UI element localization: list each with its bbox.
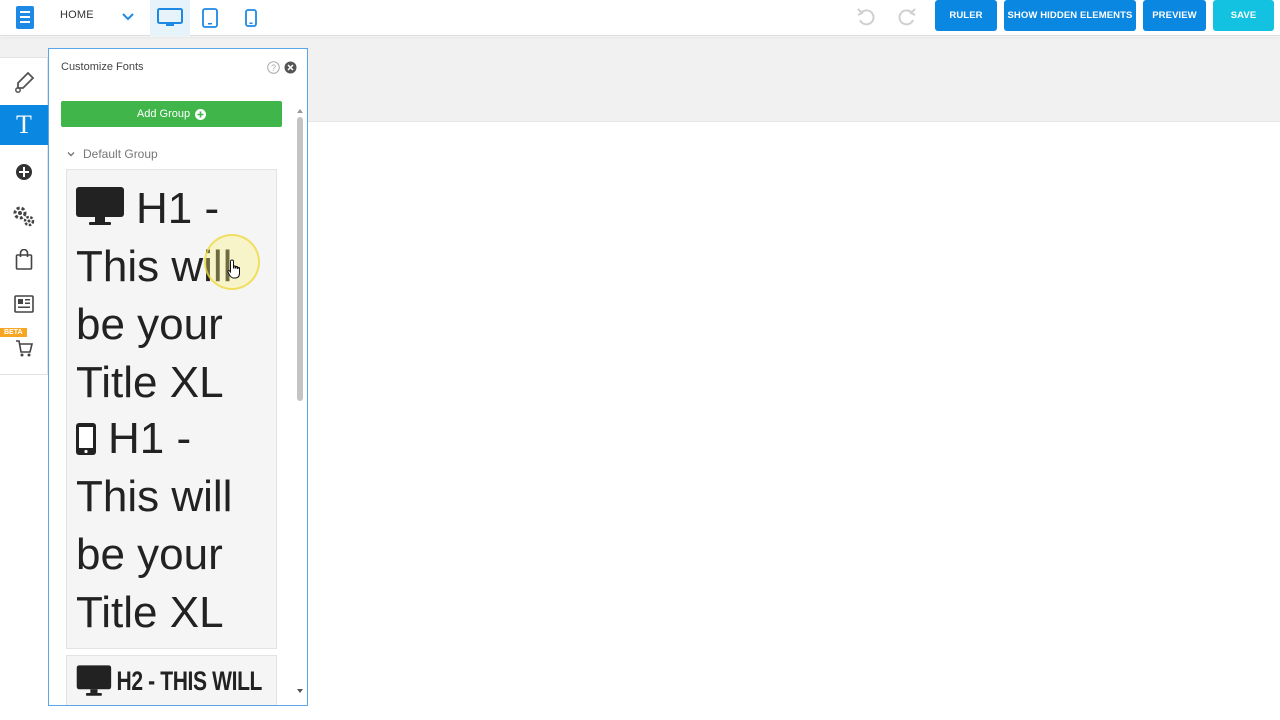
desktop-view-button[interactable] [150, 0, 190, 36]
mobile-icon [245, 9, 257, 27]
chevron-down-icon [67, 152, 75, 157]
add-group-label: Add Group [136, 108, 191, 120]
show-hidden-elements-button[interactable]: SHOW HIDDEN ELEMENTS [1004, 0, 1136, 31]
mobile-icon [76, 423, 96, 455]
save-button[interactable]: SAVE [1213, 0, 1274, 31]
font-preview-card-h2[interactable]: H2 - THIS WILL [66, 655, 277, 705]
panel-scroll-thumb[interactable] [297, 117, 303, 401]
app-logo-icon[interactable] [14, 5, 36, 31]
paint-icon [15, 71, 35, 93]
ruler-button[interactable]: RULER [935, 0, 997, 31]
desktop-icon [76, 187, 124, 225]
rail-item-settings[interactable] [0, 196, 48, 236]
h2-preview-text: H2 - THIS WILL [116, 665, 263, 696]
tablet-view-button[interactable] [190, 0, 230, 36]
newspaper-icon [14, 295, 34, 313]
tablet-icon [202, 8, 218, 28]
add-icon [16, 164, 32, 180]
desktop-h1-line-1: H1 - [136, 184, 220, 233]
h2-preview: H2 - THIS WILL [76, 664, 262, 698]
beta-badge: BETA [0, 328, 27, 337]
rail-item-design[interactable] [0, 62, 48, 102]
top-toolbar: HOME RULER SHOW HIDDEN ELEMENTS PREVIEW … [0, 0, 1280, 36]
customize-fonts-panel: Customize Fonts ? Add Group Default Grou… [48, 48, 308, 706]
chevron-down-icon[interactable] [120, 9, 136, 25]
svg-text:?: ? [271, 63, 276, 73]
page-selector-label[interactable]: HOME [60, 9, 94, 21]
cart-icon [16, 340, 34, 357]
left-tool-rail: T BETA [0, 57, 48, 375]
shopping-bag-icon [15, 249, 33, 270]
panel-title: Customize Fonts [61, 61, 144, 73]
mobile-h1-line-1: H1 - [108, 414, 192, 463]
scroll-up-icon[interactable] [296, 107, 304, 115]
gears-icon [13, 206, 35, 227]
desktop-icon [157, 8, 183, 26]
rail-item-blog[interactable] [0, 284, 48, 324]
rail-item-fonts[interactable]: T [0, 105, 48, 145]
preview-button[interactable]: PREVIEW [1143, 0, 1206, 31]
rail-item-add[interactable] [0, 152, 48, 192]
close-icon[interactable] [284, 61, 297, 74]
mobile-h1-line-4: Title XL [76, 588, 224, 637]
group-header-default[interactable]: Default Group [61, 141, 282, 167]
plus-circle-icon [195, 108, 207, 120]
desktop-h1-line-3: be your [76, 300, 223, 349]
desktop-icon [76, 665, 112, 696]
redo-icon[interactable] [896, 6, 918, 28]
group-name: Default Group [83, 147, 158, 161]
text-icon: T [16, 110, 32, 139]
help-icon[interactable]: ? [267, 61, 280, 74]
hand-cursor-icon [227, 259, 240, 279]
desktop-h1-line-4: Title XL [76, 358, 224, 407]
add-group-button[interactable]: Add Group [61, 101, 282, 127]
mobile-h1-line-3: be your [76, 530, 223, 579]
scroll-down-icon[interactable] [296, 687, 304, 695]
undo-icon[interactable] [855, 6, 877, 28]
mobile-h1-line-2: This will [76, 472, 233, 521]
rail-item-store[interactable] [0, 240, 48, 280]
mobile-view-button[interactable] [231, 0, 271, 36]
